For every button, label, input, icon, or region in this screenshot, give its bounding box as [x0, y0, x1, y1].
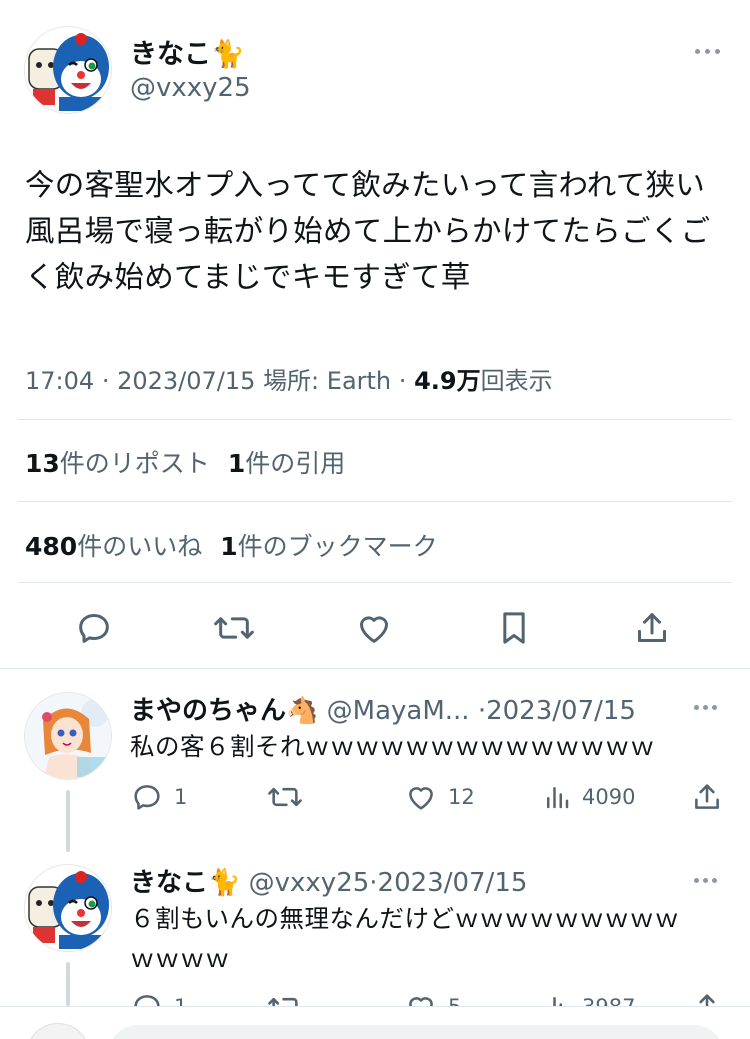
reply-header: まやのちゃん🐴 @MayaM... ·2023/07/15	[130, 690, 636, 727]
reply-input[interactable]	[108, 1025, 724, 1039]
bookmarks-link[interactable]: 1件のブックマーク	[220, 532, 437, 561]
repost-icon[interactable]	[211, 600, 257, 656]
reply-button[interactable]: 1	[130, 780, 187, 814]
reply-composer	[0, 1006, 750, 1039]
reply-header: きなこ🐈 @vxxy25·2023/07/15	[130, 862, 527, 899]
reply-count: 1	[174, 785, 188, 809]
display-name[interactable]: きなこ🐈	[130, 868, 240, 898]
quotes-count: 1	[227, 449, 246, 478]
user-handle[interactable]: @vxxy25	[130, 73, 251, 103]
reply-date[interactable]: 2023/07/15	[378, 868, 528, 898]
reply-text: 私の客６割それｗｗｗｗｗｗｗｗｗｗｗｗｗｗ	[130, 732, 655, 761]
tweet-text: 今の客聖水オプ入ってて飲みたいって言われて狭い風呂場で寝っ転がり始めて上からかけ…	[25, 168, 711, 294]
repost-stats: 13件のリポスト 1件の引用	[25, 444, 345, 480]
reply-icon	[134, 785, 160, 810]
views-button[interactable]: 4090	[542, 780, 635, 814]
tweet-meta: 17:04 · 2023/07/15 場所: Earth · 4.9万回表示	[25, 361, 553, 396]
meta-separator: ·	[477, 696, 487, 726]
tweet-date[interactable]: 2023/07/15	[117, 367, 255, 395]
reply-date[interactable]: 2023/07/15	[486, 696, 636, 726]
share-icon[interactable]	[629, 600, 675, 656]
more-icon[interactable]	[694, 875, 724, 885]
tweet-location: 場所: Earth	[263, 367, 392, 395]
bookmarks-count: 1	[220, 532, 238, 561]
avatar-image	[25, 693, 111, 779]
like-stats: 480件のいいね 1件のブックマーク	[25, 527, 438, 563]
avatar-image	[25, 865, 111, 951]
heart-icon	[409, 787, 433, 810]
user-handle[interactable]: @vxxy25	[249, 868, 370, 898]
quotes-label: 件の引用	[245, 449, 346, 478]
avatar[interactable]	[26, 1023, 90, 1039]
divider	[18, 419, 732, 420]
views-icon	[547, 787, 569, 809]
repost-button[interactable]	[266, 780, 314, 814]
view-count: 4090	[582, 785, 636, 809]
more-icon[interactable]	[694, 702, 724, 712]
avatar[interactable]	[24, 692, 112, 780]
display-name[interactable]: きなこ🐈	[130, 32, 245, 71]
reposts-link[interactable]: 13件のリポスト	[25, 449, 210, 478]
reposts-count: 13	[25, 449, 60, 478]
likes-link[interactable]: 480件のいいね	[25, 532, 202, 561]
more-icon[interactable]	[690, 40, 724, 62]
like-count: 12	[448, 785, 475, 809]
likes-count: 480	[25, 532, 78, 561]
bookmark-icon[interactable]	[491, 600, 537, 656]
avatar[interactable]	[24, 864, 112, 952]
meta-separator: ·	[398, 367, 407, 395]
bookmarks-label: 件のブックマーク	[237, 532, 438, 561]
heart-icon[interactable]	[351, 600, 397, 656]
divider	[18, 582, 732, 583]
views-label: 回表示	[480, 367, 553, 395]
reply-text: ６割もいんの無理なんだけどｗｗｗｗｗｗｗｗｗｗｗｗｗ	[130, 904, 680, 973]
meta-separator: ·	[101, 367, 110, 395]
display-name[interactable]: まやのちゃん🐴	[130, 696, 318, 726]
meta-separator: ·	[369, 868, 378, 898]
divider	[18, 501, 732, 502]
share-icon[interactable]	[690, 780, 724, 814]
divider	[0, 668, 750, 669]
avatar[interactable]	[24, 26, 112, 114]
like-button[interactable]: 12	[404, 780, 475, 814]
thread-line	[66, 962, 70, 1006]
tweet-actions	[0, 600, 750, 656]
reply-icon[interactable]	[71, 600, 117, 656]
views-count: 4.9万	[414, 367, 481, 395]
avatar-image	[25, 27, 111, 113]
user-handle[interactable]: @MayaM...	[327, 696, 470, 726]
reposts-label: 件のリポスト	[59, 449, 210, 478]
quotes-link[interactable]: 1件の引用	[228, 449, 345, 478]
thread-line	[66, 790, 70, 852]
likes-label: 件のいいね	[77, 532, 203, 561]
repost-icon	[268, 787, 302, 807]
tweet-time[interactable]: 17:04	[25, 367, 94, 395]
